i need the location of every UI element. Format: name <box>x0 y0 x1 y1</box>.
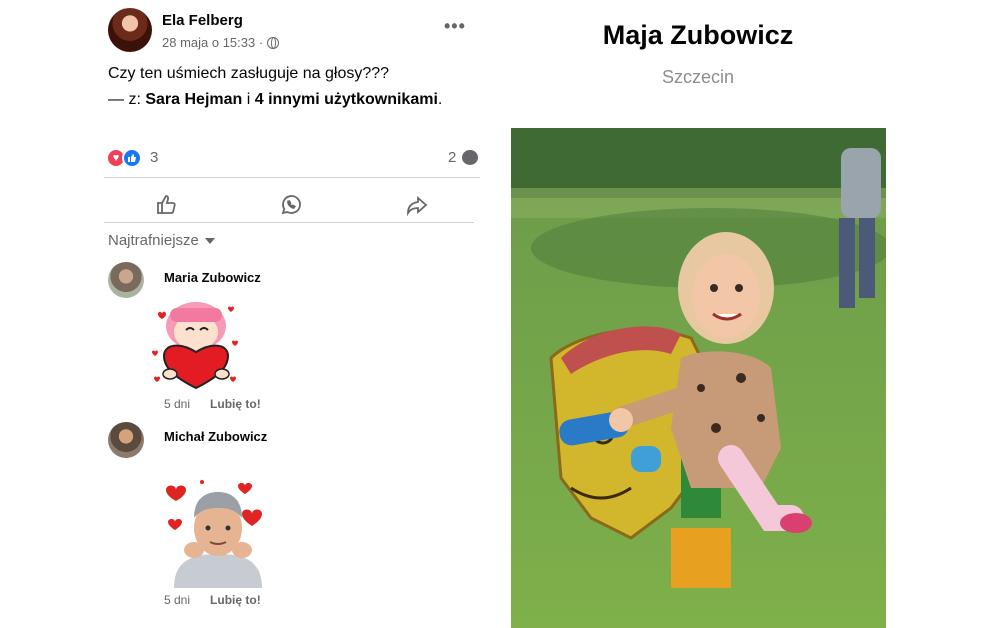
comment-time[interactable]: 5 dni <box>164 397 190 411</box>
tagged-conj: i <box>242 91 255 108</box>
tagged-end: . <box>437 91 443 108</box>
comment-bubble-icon <box>462 150 478 165</box>
comment-count[interactable]: 2 <box>448 149 456 166</box>
more-icon[interactable]: ••• <box>444 16 466 37</box>
tagged-line: — z: Sara Hejman i 4 innymi użytkownikam… <box>108 90 442 110</box>
divider <box>104 177 480 178</box>
reaction-count[interactable]: 3 <box>150 149 158 166</box>
divider <box>104 222 474 223</box>
post: Ela Felberg 28 maja o 15:33 · ••• Czy te… <box>104 6 480 607</box>
tagged-others-link[interactable]: 4 innymi użytkownikami <box>255 91 438 108</box>
comment-like-button[interactable]: Lubię to! <box>210 593 261 607</box>
author-name[interactable]: Ela Felberg <box>162 12 243 29</box>
comment-author[interactable]: Maria Zubowicz <box>164 270 261 285</box>
tagged-person-link[interactable]: Sara Hejman <box>145 91 242 108</box>
comment-avatar[interactable] <box>108 422 144 458</box>
sort-label: Najtrafniejsze <box>108 232 199 249</box>
profile-city: Szczecin <box>661 67 735 87</box>
globe-icon <box>267 36 280 49</box>
profile-name: Maja Zubowicz <box>602 20 794 50</box>
girl-holding-heart-sticker <box>148 300 244 390</box>
share-icon[interactable] <box>402 190 432 220</box>
author-avatar[interactable] <box>108 8 152 52</box>
post-time[interactable]: 28 maja o 15:33 · <box>162 35 263 50</box>
comment-meta: 5 dni Lubię to! <box>164 593 261 607</box>
tagged-prefix: — z: <box>108 91 146 108</box>
whatsapp-icon[interactable] <box>276 190 306 220</box>
comment-avatar[interactable] <box>108 262 144 298</box>
like-icon[interactable] <box>152 190 182 220</box>
post-text: Czy ten uśmiech zasługuje na głosy??? <box>108 65 390 82</box>
man-with-hearts-sticker <box>160 472 276 588</box>
caret-down-icon <box>204 237 215 244</box>
post-meta: 28 maja o 15:33 · <box>162 35 280 50</box>
comment-author[interactable]: Michał Zubowicz <box>164 429 267 444</box>
action-bar <box>104 186 480 226</box>
comment-time[interactable]: 5 dni <box>164 593 190 607</box>
post-header: Ela Felberg 28 maja o 15:33 · ••• <box>104 6 480 56</box>
profile-photo[interactable] <box>511 128 886 628</box>
sort-dropdown[interactable]: Najtrafniejsze <box>108 232 215 249</box>
comment-like-button[interactable]: Lubię to! <box>210 397 261 411</box>
comment-meta: 5 dni Lubię to! <box>164 397 261 411</box>
reactions-bar[interactable]: ♥ 3 2 <box>104 146 480 168</box>
like-reaction-icon <box>122 148 142 168</box>
